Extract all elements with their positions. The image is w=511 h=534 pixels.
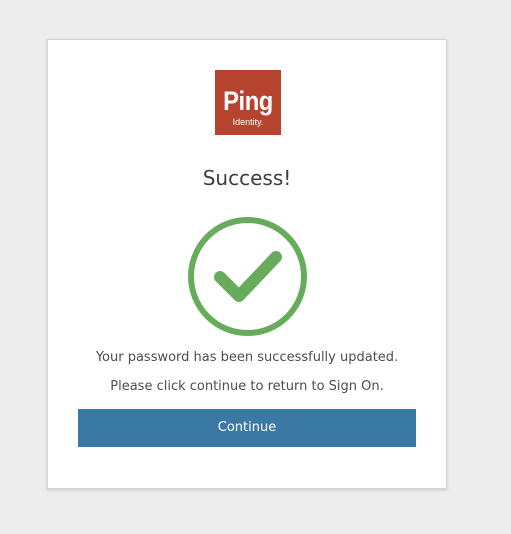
logo-subtext: Identity. (232, 117, 264, 127)
success-message: Your password has been successfully upda… (95, 350, 399, 365)
ping-identity-logo: Ping Identity. (215, 70, 281, 135)
success-card: Ping Identity. Success! Your password ha… (47, 39, 447, 489)
page-title: Success! (202, 166, 292, 190)
instruction-message: Please click continue to return to Sign … (110, 379, 384, 394)
logo-wordmark: Ping (223, 86, 273, 116)
success-check-icon (188, 217, 307, 336)
continue-button[interactable]: Continue (78, 409, 416, 447)
